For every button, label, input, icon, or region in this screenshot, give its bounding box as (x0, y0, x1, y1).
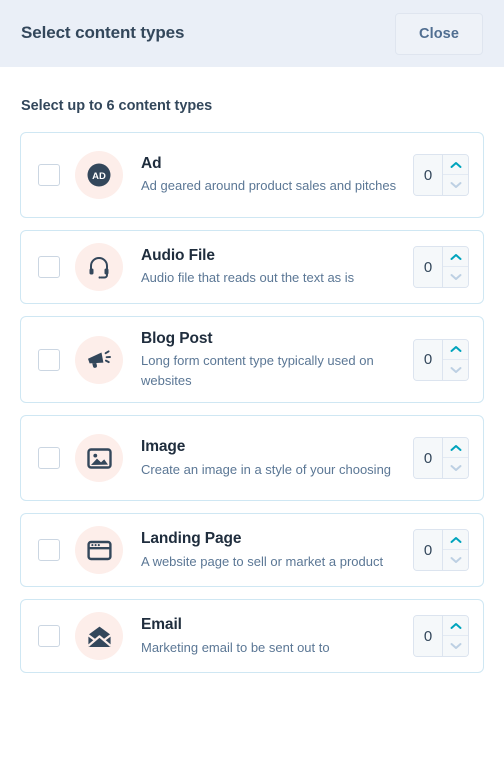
card-text: Audio File Audio file that reads out the… (141, 246, 413, 288)
count-stepper-landing-page[interactable]: 0 (413, 529, 469, 572)
content-type-description: Create an image in a style of your choos… (141, 461, 392, 477)
svg-text:AD: AD (92, 171, 106, 182)
content-type-name: Landing Page (141, 530, 242, 548)
content-type-description: A website page to sell or market a produ… (141, 553, 384, 569)
chevron-up-icon[interactable] (443, 339, 468, 360)
count-stepper-blog-post[interactable]: 0 (413, 338, 469, 381)
stepper-value[interactable]: 0 (414, 438, 442, 479)
stepper-value[interactable]: 0 (414, 247, 442, 287)
card-text: Blog Post Long form content type typical… (141, 329, 413, 390)
content-type-card-email[interactable]: Email Marketing email to be sent out to … (20, 599, 484, 674)
section-title: Select up to 6 content types (21, 98, 213, 114)
stepper-value[interactable]: 0 (414, 155, 442, 195)
checkbox-landing-page[interactable] (38, 539, 60, 562)
stepper-value[interactable]: 0 (414, 339, 442, 380)
headset-icon (75, 243, 123, 291)
stepper-buttons (442, 530, 468, 571)
content-type-description: Ad geared around product sales and pitch… (141, 178, 397, 194)
chevron-up-icon[interactable] (443, 155, 468, 175)
card-text: Landing Page A website page to sell or m… (141, 529, 413, 571)
content-type-description: Marketing email to be sent out to (141, 639, 330, 655)
card-text: Email Marketing email to be sent out to (141, 615, 413, 657)
chevron-down-icon[interactable] (443, 175, 468, 195)
content-type-description: Audio file that reads out the text as is (141, 270, 355, 286)
stepper-value[interactable]: 0 (414, 530, 442, 571)
count-stepper-ad[interactable]: 0 (413, 154, 469, 196)
modal-body: Select up to 6 content types AD Ad Ad ge… (0, 67, 504, 781)
stepper-buttons (442, 616, 468, 657)
content-type-name: Audio File (141, 247, 215, 265)
content-type-card-blog-post[interactable]: Blog Post Long form content type typical… (20, 316, 484, 404)
card-text: Image Create an image in a style of your… (141, 437, 413, 479)
stepper-value[interactable]: 0 (414, 616, 442, 657)
browser-window-icon (75, 526, 123, 575)
card-text: Ad Ad geared around product sales and pi… (141, 154, 413, 196)
checkbox-blog-post[interactable] (38, 348, 60, 371)
content-type-name: Image (141, 438, 186, 456)
stepper-buttons (442, 155, 468, 195)
close-button[interactable]: Close (395, 12, 483, 55)
chevron-up-icon[interactable] (443, 616, 468, 637)
chevron-down-icon[interactable] (443, 550, 468, 571)
count-stepper-image[interactable]: 0 (413, 437, 469, 480)
checkbox-email[interactable] (38, 625, 60, 648)
content-type-list: AD Ad Ad geared around product sales and… (20, 132, 484, 674)
content-type-card-ad[interactable]: AD Ad Ad geared around product sales and… (20, 132, 484, 218)
modal-header: Select content types Close (0, 0, 504, 67)
content-type-card-image[interactable]: Image Create an image in a style of your… (20, 415, 484, 502)
chevron-down-icon[interactable] (443, 267, 468, 287)
content-type-description: Long form content type typically used on… (141, 353, 374, 388)
modal-title: Select content types (21, 23, 185, 43)
checkbox-audio-file[interactable] (38, 256, 60, 278)
stepper-buttons (442, 339, 468, 380)
content-type-card-landing-page[interactable]: Landing Page A website page to sell or m… (20, 513, 484, 588)
select-content-types-modal: Select content types Close Select up to … (0, 0, 504, 781)
chevron-up-icon[interactable] (443, 438, 468, 459)
stepper-buttons (442, 247, 468, 287)
checkbox-image[interactable] (38, 447, 60, 470)
chevron-down-icon[interactable] (443, 636, 468, 657)
content-type-card-audio-file[interactable]: Audio File Audio file that reads out the… (20, 230, 484, 304)
megaphone-icon (75, 335, 123, 384)
count-stepper-audio-file[interactable]: 0 (413, 246, 469, 288)
content-type-name: Blog Post (141, 330, 213, 347)
chevron-up-icon[interactable] (443, 530, 468, 551)
chevron-down-icon[interactable] (443, 458, 468, 479)
checkbox-ad[interactable] (38, 164, 60, 186)
chevron-up-icon[interactable] (443, 247, 468, 267)
content-type-name: Ad (141, 155, 162, 173)
content-type-name: Email (141, 616, 182, 634)
chevron-down-icon[interactable] (443, 359, 468, 380)
count-stepper-email[interactable]: 0 (413, 615, 469, 658)
image-icon (75, 434, 123, 483)
ad-icon: AD (75, 151, 123, 199)
open-envelope-icon (75, 612, 123, 661)
stepper-buttons (442, 438, 468, 479)
